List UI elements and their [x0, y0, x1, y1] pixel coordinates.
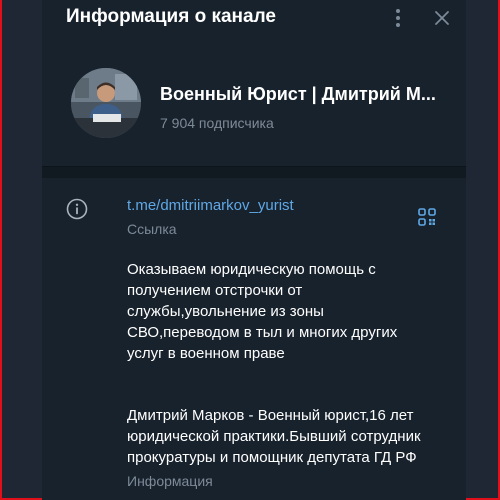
channel-bio: Дмитрий Марков - Военный юрист,16 лет юр…: [127, 407, 421, 466]
qr-code-icon[interactable]: [418, 208, 436, 226]
bio-caption: Информация: [127, 473, 213, 489]
subscriber-count: 7 904 подписчика: [160, 115, 274, 131]
channel-avatar[interactable]: [71, 68, 141, 138]
window-frame: Информация о канале Военный Юрист | Дмит…: [0, 0, 500, 500]
channel-link[interactable]: t.me/dmitriimarkov_yurist: [127, 197, 294, 214]
panel-title: Информация о канале: [66, 6, 276, 27]
channel-name: Военный Юрист | Дмитрий М...: [160, 84, 436, 104]
more-vertical-icon[interactable]: [384, 4, 412, 32]
link-caption: Ссылка: [127, 221, 177, 237]
channel-description: Оказываем юридическую помощь с получение…: [127, 261, 398, 362]
channel-info-panel: Информация о канале Военный Юрист | Дмит…: [42, 0, 466, 500]
section-divider: [42, 166, 466, 178]
info-icon: [66, 198, 88, 220]
close-icon[interactable]: [428, 4, 456, 32]
